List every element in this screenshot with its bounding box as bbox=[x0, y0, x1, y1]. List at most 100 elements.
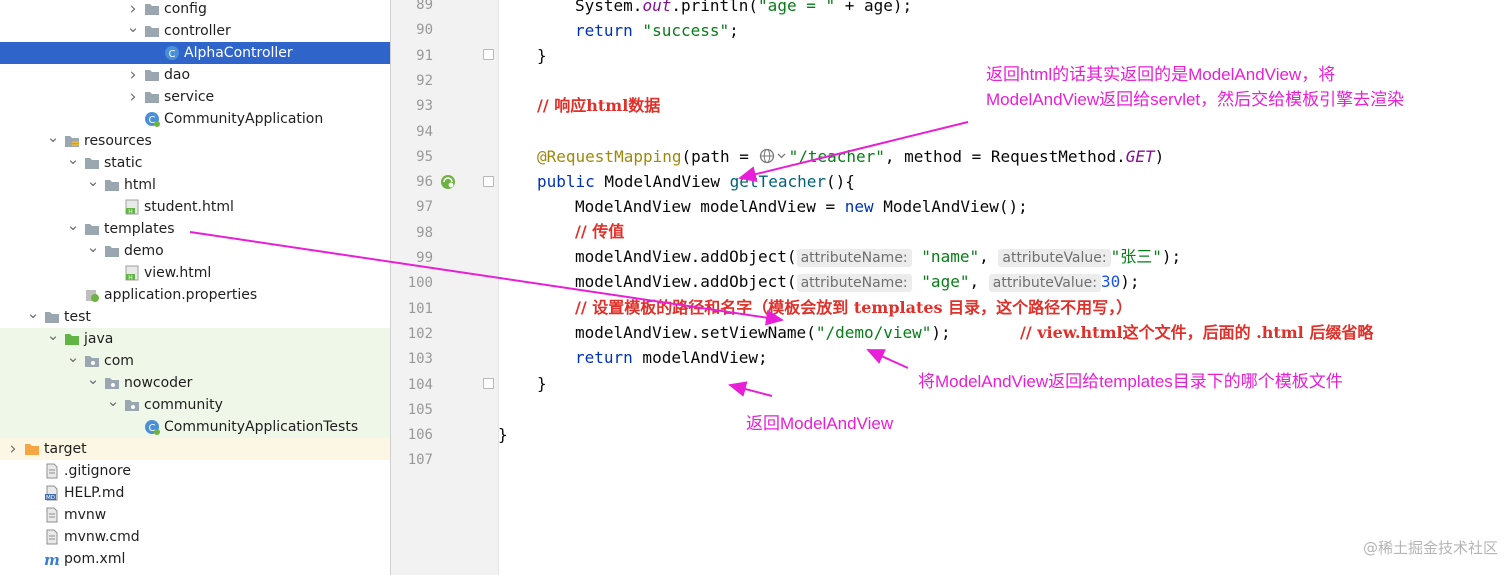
test-folder-icon bbox=[64, 331, 80, 347]
tree-item-gitignore[interactable]: .gitignore bbox=[0, 460, 390, 482]
code-line-97: ModelAndView modelAndView = new ModelAnd… bbox=[575, 197, 1028, 216]
tree-item-config[interactable]: › config bbox=[0, 0, 390, 20]
folder-icon bbox=[144, 23, 160, 39]
tree-item-nowcoder[interactable]: ⌄ nowcoder bbox=[0, 372, 390, 394]
package-icon bbox=[104, 375, 120, 391]
tree-item-mvnw-cmd[interactable]: mvnw.cmd bbox=[0, 526, 390, 548]
param-hint: attributeName: bbox=[796, 274, 912, 292]
line-number: 90 bbox=[416, 22, 433, 39]
tree-item-application-properties[interactable]: application.properties bbox=[0, 284, 390, 306]
package-icon bbox=[124, 397, 140, 413]
code-line-101: // 设置模板的路径和名字（模板会放到 templates 目录，这个路径不用写… bbox=[575, 298, 1133, 317]
tree-item-label: static bbox=[104, 155, 143, 171]
tree-item-label: target bbox=[44, 441, 87, 457]
tree-item-mvnw[interactable]: mvnw bbox=[0, 504, 390, 526]
springboot-class-icon: C bbox=[144, 111, 160, 127]
tree-item-label: com bbox=[104, 353, 134, 369]
tree-item-html[interactable]: ⌄ html bbox=[0, 174, 390, 196]
line-number: 103 bbox=[407, 351, 433, 368]
chevron-down-icon[interactable]: ⌄ bbox=[26, 306, 40, 328]
markdown-file-icon: MD bbox=[44, 485, 60, 501]
tree-item-student-html[interactable]: Hstudent.html bbox=[0, 196, 390, 218]
tree-item-label: service bbox=[164, 89, 215, 105]
fold-marker[interactable] bbox=[483, 49, 494, 60]
code-line-100: modelAndView.addObject(attributeName: "a… bbox=[575, 272, 1140, 292]
code-line-103: return modelAndView; bbox=[575, 348, 768, 367]
svg-text:C: C bbox=[169, 49, 176, 60]
tree-item-label: resources bbox=[84, 133, 152, 149]
tree-item-dao[interactable]: › dao bbox=[0, 64, 390, 86]
chevron-down-icon[interactable]: ⌄ bbox=[46, 328, 60, 350]
chevron-down-icon[interactable]: ⌄ bbox=[86, 372, 100, 394]
tree-item-label: mvnw.cmd bbox=[64, 529, 140, 545]
tree-item-static[interactable]: ⌄ static bbox=[0, 152, 390, 174]
fold-marker[interactable] bbox=[483, 176, 494, 187]
tree-item-communityapplicationtests[interactable]: C CommunityApplicationTests bbox=[0, 416, 390, 438]
chevron-right-icon[interactable]: › bbox=[126, 86, 140, 108]
chevron-down-icon[interactable]: ⌄ bbox=[66, 350, 80, 372]
folder-icon bbox=[84, 155, 100, 171]
chevron-down-icon[interactable]: ⌄ bbox=[126, 20, 140, 42]
tree-item-label: java bbox=[84, 331, 114, 347]
tree-item-controller[interactable]: ⌄ controller bbox=[0, 20, 390, 42]
code-line-95: @RequestMapping(path = "/teacher", metho… bbox=[537, 147, 1165, 166]
code-line-91: } bbox=[537, 46, 547, 65]
line-number: 107 bbox=[407, 452, 433, 469]
fold-marker[interactable] bbox=[483, 378, 494, 389]
line-number: 96 bbox=[416, 174, 433, 191]
tree-item-help-md[interactable]: MD HELP.md bbox=[0, 482, 390, 504]
svg-text:MD: MD bbox=[46, 495, 55, 501]
line-number: 92 bbox=[416, 72, 433, 89]
tree-item-communityapplication[interactable]: C CommunityApplication bbox=[0, 108, 390, 130]
chevron-down-icon[interactable]: ⌄ bbox=[86, 240, 100, 262]
tree-item-label: mvnw bbox=[64, 507, 107, 523]
folder-icon bbox=[44, 309, 60, 325]
tree-item-label: demo bbox=[124, 243, 164, 259]
tree-item-templates[interactable]: ⌄ templates bbox=[0, 218, 390, 240]
tree-item-label: dao bbox=[164, 67, 191, 83]
chevron-down-icon[interactable]: ⌄ bbox=[106, 394, 120, 416]
annotation-note-1-line-1: 返回html的话其实返回的是ModelAndView，将 bbox=[986, 65, 1336, 84]
param-hint: attributeName: bbox=[796, 249, 912, 267]
text-file-icon bbox=[44, 507, 60, 523]
tree-item-label: application.properties bbox=[104, 287, 258, 303]
spring-endpoint-icon[interactable] bbox=[440, 174, 456, 190]
tree-item-test[interactable]: ⌄ test bbox=[0, 306, 390, 328]
tree-item-resources[interactable]: ⌄ resources bbox=[0, 130, 390, 152]
code-line-98: // 传值 bbox=[575, 222, 625, 241]
tree-item-alphacontroller[interactable]: C AlphaController bbox=[0, 42, 390, 64]
line-number: 105 bbox=[407, 401, 433, 418]
chevron-down-icon[interactable]: ⌄ bbox=[66, 218, 80, 240]
chevron-right-icon[interactable]: › bbox=[126, 64, 140, 86]
tree-item-view-html[interactable]: Hview.html bbox=[0, 262, 390, 284]
project-tree: › config ⌄ controller C AlphaController › dao › s… bbox=[0, 0, 391, 575]
code-line-106: } bbox=[498, 425, 508, 444]
tree-item-label: AlphaController bbox=[184, 45, 293, 61]
tree-item-java[interactable]: ⌄ java bbox=[0, 328, 390, 350]
maven-file-icon: m bbox=[44, 551, 60, 569]
class-icon: C bbox=[164, 45, 180, 61]
package-icon bbox=[84, 353, 100, 369]
tree-item-target[interactable]: › target bbox=[0, 438, 390, 460]
line-number: 106 bbox=[407, 427, 433, 444]
line-number: 91 bbox=[416, 47, 433, 64]
chevron-down-icon[interactable]: ⌄ bbox=[46, 130, 60, 152]
line-number: 89 bbox=[416, 0, 433, 13]
line-number: 102 bbox=[407, 325, 433, 342]
annotation-note-3: 返回ModelAndView bbox=[746, 414, 894, 433]
folder-icon bbox=[144, 89, 160, 105]
folder-icon bbox=[144, 67, 160, 83]
tree-item-pom-xml[interactable]: m pom.xml bbox=[0, 548, 390, 570]
tree-item-com[interactable]: ⌄ com bbox=[0, 350, 390, 372]
tree-item-service[interactable]: › service bbox=[0, 86, 390, 108]
globe-icon[interactable] bbox=[759, 148, 789, 164]
chevron-right-icon[interactable]: › bbox=[126, 0, 140, 20]
tree-item-community[interactable]: ⌄ community bbox=[0, 394, 390, 416]
chevron-right-icon[interactable]: › bbox=[6, 438, 20, 460]
tree-item-label: templates bbox=[104, 221, 175, 237]
tree-item-label: pom.xml bbox=[64, 551, 126, 567]
line-number: 100 bbox=[407, 275, 433, 292]
tree-item-demo[interactable]: ⌄ demo bbox=[0, 240, 390, 262]
chevron-down-icon[interactable]: ⌄ bbox=[86, 174, 100, 196]
chevron-down-icon[interactable]: ⌄ bbox=[66, 152, 80, 174]
